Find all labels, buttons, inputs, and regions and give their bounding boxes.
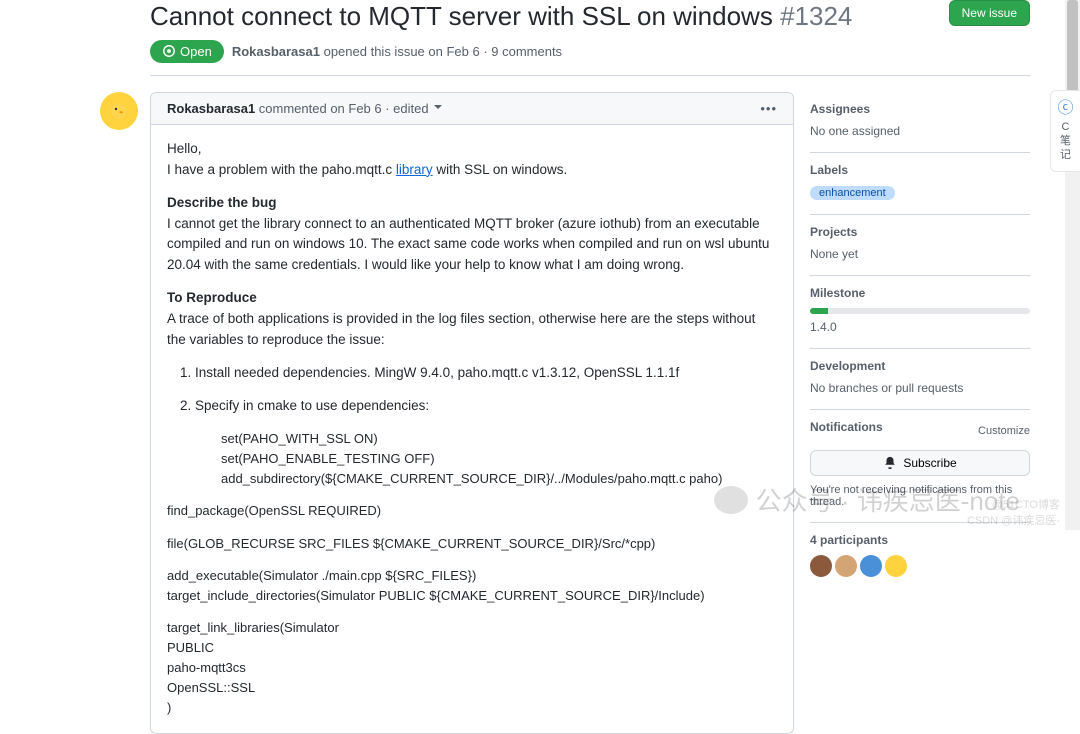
milestone-heading: Milestone — [810, 286, 1030, 300]
issue-meta: Rokasbarasa1 opened this issue on Feb 6 … — [232, 44, 562, 59]
sidebar-projects[interactable]: Projects None yet — [810, 215, 1030, 276]
subscribe-label: Subscribe — [903, 456, 956, 470]
float-tab-text: C 笔 记 — [1055, 120, 1076, 163]
sidebar-assignees[interactable]: Assignees No one assigned — [810, 92, 1030, 153]
code-block-4: add_executable(Simulator ./main.cpp ${SR… — [167, 566, 777, 606]
wechat-icon — [714, 486, 748, 514]
issue-title-text: Cannot connect to MQTT server with SSL o… — [150, 1, 773, 31]
meta-author[interactable]: Rokasbarasa1 — [232, 44, 320, 59]
label-enhancement[interactable]: enhancement — [810, 186, 895, 200]
corner-watermark: @51CTO博客 CSDN @讳疾忌医- — [967, 496, 1060, 528]
sidebar-labels[interactable]: Labels enhancement — [810, 153, 1030, 215]
dev-heading: Development — [810, 359, 1030, 373]
labels-heading: Labels — [810, 163, 1030, 177]
sidebar-development[interactable]: Development No branches or pull requests — [810, 349, 1030, 410]
participant-avatar[interactable] — [860, 555, 882, 577]
code-block-5: target_link_libraries(Simulator PUBLIC p… — [167, 618, 777, 719]
projects-heading: Projects — [810, 225, 1030, 239]
step-1: Install needed dependencies. MingW 9.4.0… — [195, 363, 777, 384]
duck-icon — [109, 101, 129, 121]
comment-author[interactable]: Rokasbarasa1 — [167, 101, 255, 116]
describe-heading: Describe the bug — [167, 195, 277, 210]
scrollbar[interactable] — [1065, 0, 1080, 530]
comment-box: Rokasbarasa1 commented on Feb 6 · edited… — [150, 92, 794, 734]
participant-avatar[interactable] — [835, 555, 857, 577]
issue-open-icon — [162, 44, 176, 58]
issue-header: Cannot connect to MQTT server with SSL o… — [150, 0, 1030, 76]
c-icon: ⓒ — [1055, 99, 1076, 120]
greeting: Hello, — [167, 141, 202, 156]
state-text: Open — [180, 44, 212, 59]
reproduce-heading: To Reproduce — [167, 290, 257, 305]
meta-text: opened this issue on Feb 6 · 9 comments — [320, 44, 562, 59]
bell-icon — [883, 456, 897, 470]
intro-pre: I have a problem with the paho.mqtt.c — [167, 162, 396, 177]
comment-header: Rokasbarasa1 commented on Feb 6 · edited… — [151, 93, 793, 125]
intro-post: with SSL on windows. — [433, 162, 568, 177]
describe-text: I cannot get the library connect to an a… — [167, 216, 769, 273]
issue-number: #1324 — [780, 1, 852, 31]
library-link[interactable]: library — [396, 162, 433, 177]
edited-dropdown-icon[interactable] — [434, 105, 442, 113]
comment-body: Hello, I have a problem with the paho.mq… — [151, 125, 793, 733]
milestone-value[interactable]: 1.4.0 — [810, 320, 1030, 334]
participant-avatar[interactable] — [885, 555, 907, 577]
notif-heading: Notifications — [810, 420, 883, 434]
floating-note-tab[interactable]: ⓒ C 笔 记 — [1050, 90, 1080, 172]
participant-avatar[interactable] — [810, 555, 832, 577]
reproduce-text: A trace of both applications is provided… — [167, 311, 755, 347]
subscribe-button[interactable]: Subscribe — [810, 450, 1030, 476]
comment-timestamp: commented on Feb 6 · edited — [255, 101, 432, 116]
new-issue-button[interactable]: New issue — [949, 0, 1030, 26]
step-2: Specify in cmake to use dependencies: — [195, 398, 429, 413]
participants-heading: 4 participants — [810, 533, 1030, 547]
issue-title: Cannot connect to MQTT server with SSL o… — [150, 0, 852, 34]
code-block-2: find_package(OpenSSL REQUIRED) — [167, 501, 777, 521]
dev-value: No branches or pull requests — [810, 381, 1030, 395]
code-block-3: file(GLOB_RECURSE SRC_FILES ${CMAKE_CURR… — [167, 534, 777, 554]
avatar[interactable] — [100, 92, 138, 130]
assignees-value: No one assigned — [810, 124, 1030, 138]
sidebar-milestone[interactable]: Milestone 1.4.0 — [810, 276, 1030, 349]
code-block-1: set(PAHO_WITH_SSL ON) set(PAHO_ENABLE_TE… — [195, 429, 777, 489]
customize-link[interactable]: Customize — [978, 425, 1030, 437]
assignees-heading: Assignees — [810, 102, 1030, 116]
comment-menu-button[interactable]: ••• — [760, 101, 777, 116]
projects-value: None yet — [810, 247, 1030, 261]
sidebar: Assignees No one assigned Labels enhance… — [810, 92, 1030, 734]
sidebar-participants: 4 participants — [810, 523, 1030, 591]
issue-state-badge: Open — [150, 40, 224, 63]
milestone-progress — [810, 308, 1030, 314]
